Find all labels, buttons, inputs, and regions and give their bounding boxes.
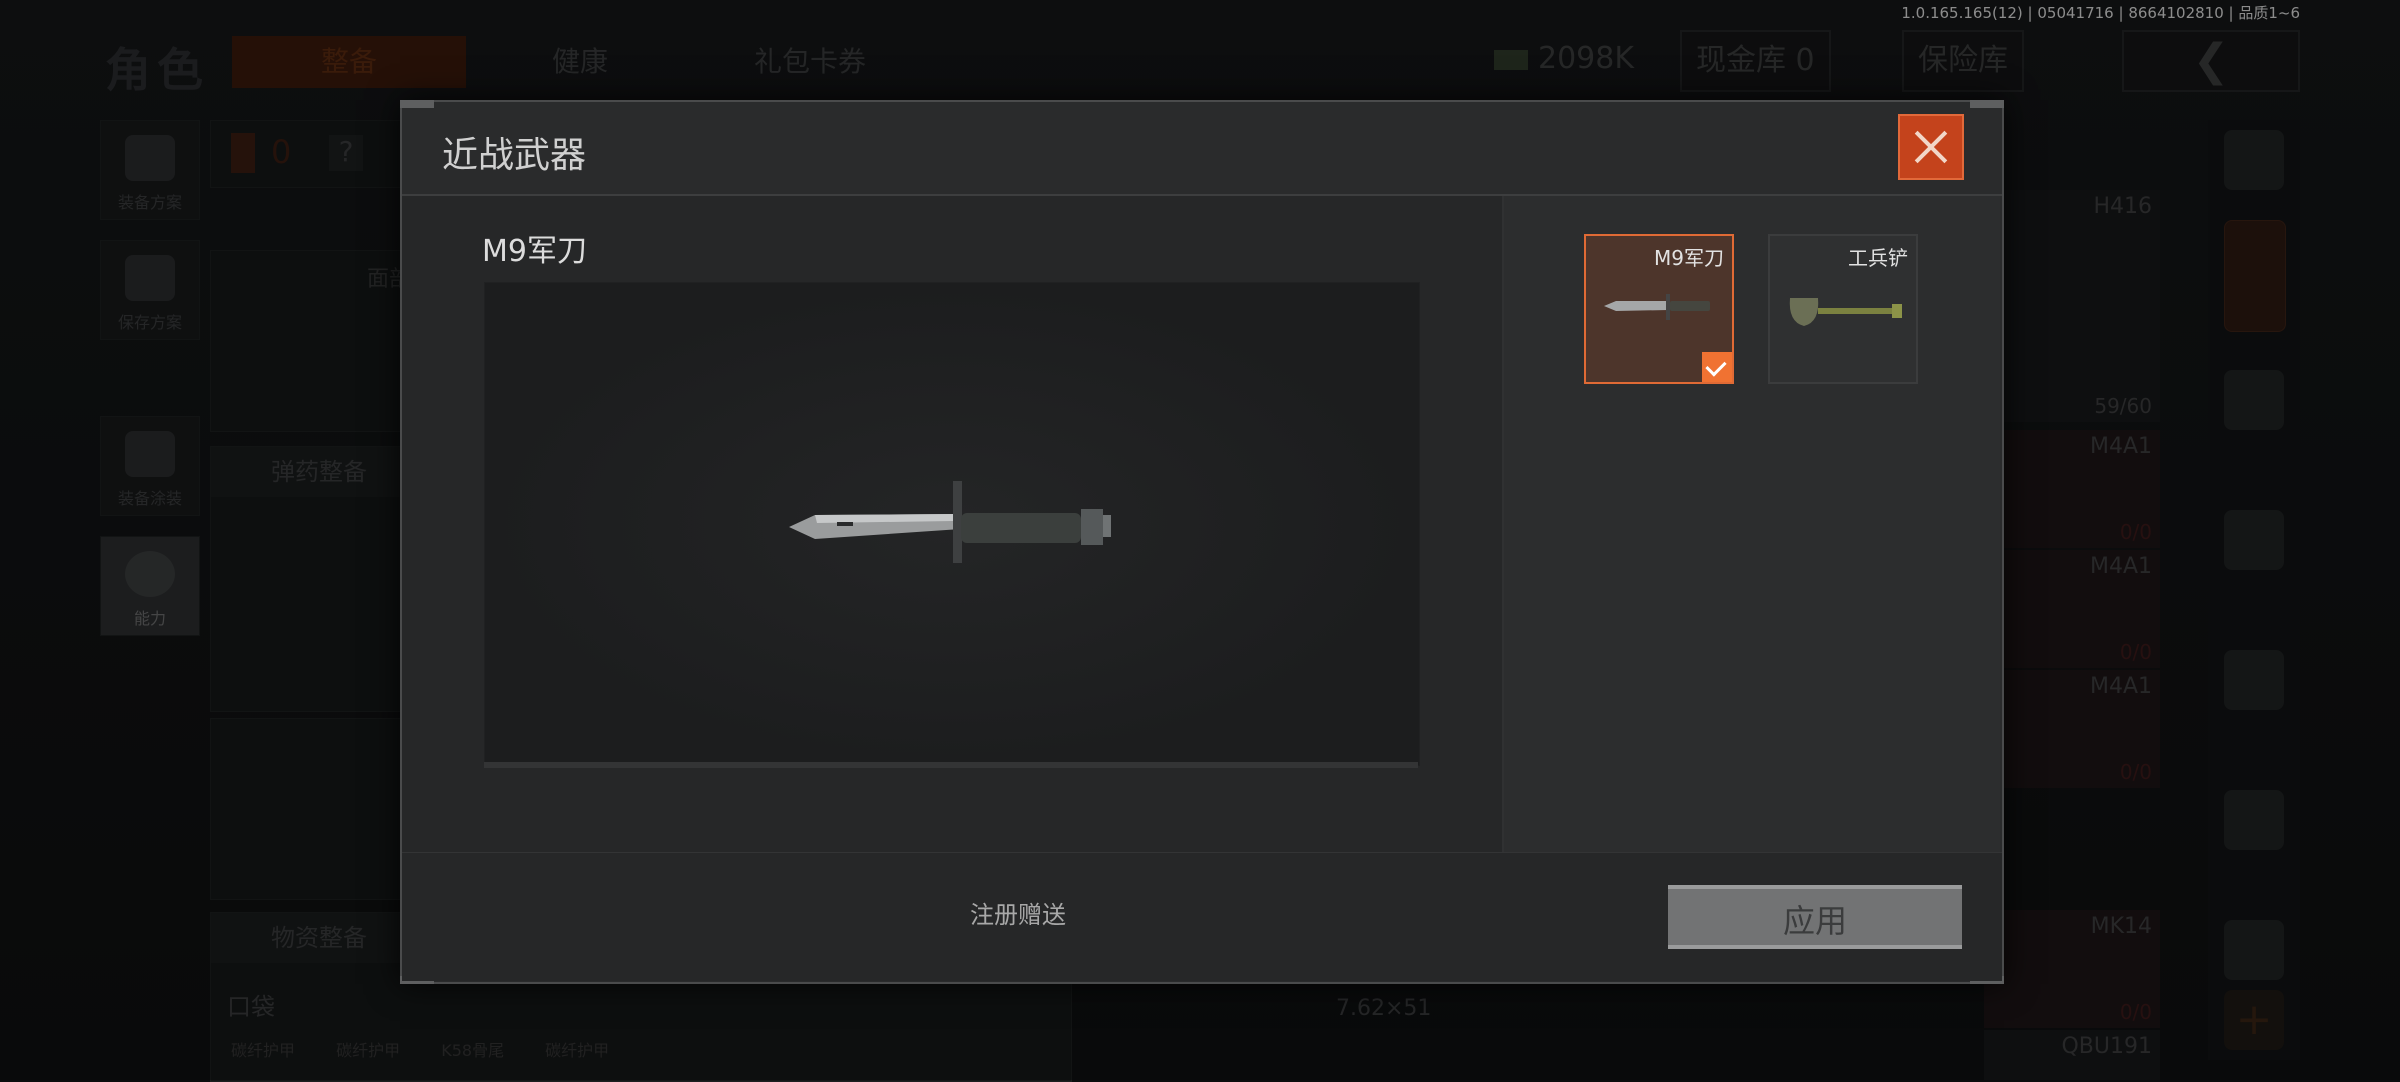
source-note: 注册赠送	[970, 901, 1066, 929]
bayonet-icon	[1604, 294, 1710, 320]
item-card-name: 工兵铲	[1848, 246, 1908, 270]
melee-weapon-dialog: 近战武器 M9军刀 M9军刀 工兵铲 注册赠送 应用	[400, 100, 2004, 984]
dialog-footer: 注册赠送 应用	[402, 852, 2002, 981]
apply-button[interactable]: 应用	[1668, 885, 1962, 949]
selected-item-name: M9军刀	[482, 234, 587, 269]
dialog-header: 近战武器	[402, 102, 2002, 196]
preview-divider	[484, 762, 1418, 768]
shovel-icon	[1789, 298, 1902, 326]
item-card-m9[interactable]: M9军刀	[1584, 234, 1734, 384]
weapon-preview[interactable]	[484, 282, 1420, 766]
close-button[interactable]	[1898, 114, 1964, 180]
selected-check-icon	[1702, 352, 1732, 382]
item-card-name: M9军刀	[1654, 246, 1724, 270]
item-card-shovel[interactable]: 工兵铲	[1768, 234, 1918, 384]
item-grid	[1504, 196, 2000, 852]
bayonet-icon	[789, 481, 1111, 563]
dialog-title: 近战武器	[442, 135, 587, 176]
